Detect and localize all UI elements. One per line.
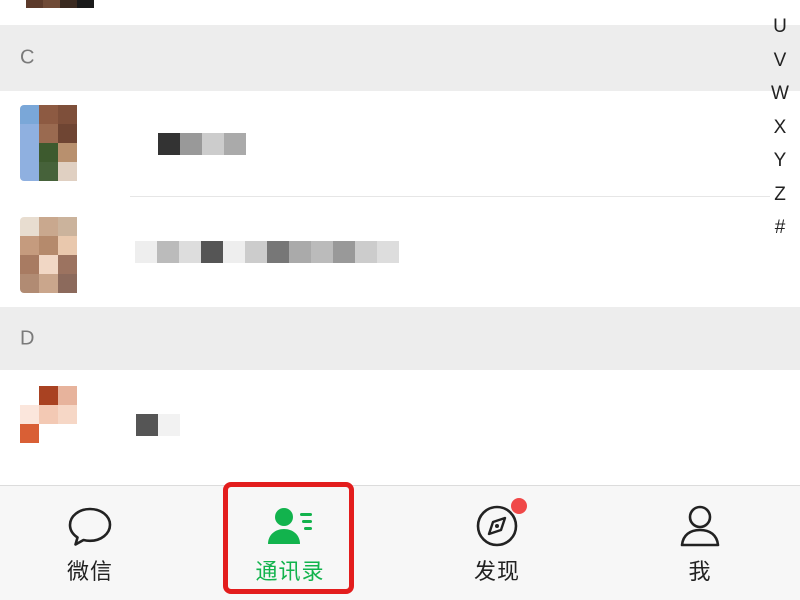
tab-discover[interactable]: 发现	[427, 486, 567, 600]
tab-contacts[interactable]: 通讯录	[220, 486, 360, 600]
section-header-c: C	[0, 25, 800, 91]
avatar	[20, 105, 96, 181]
tab-label: 发现	[473, 559, 520, 584]
contact-name-mosaic	[158, 133, 246, 155]
alphabet-index-letter[interactable]: U	[773, 10, 787, 44]
tab-label: 通讯录	[255, 559, 325, 584]
section-letter: D	[20, 327, 35, 349]
tab-chats[interactable]: 微信	[20, 486, 160, 600]
contact-name-mosaic	[135, 241, 399, 263]
contact-name-mosaic	[136, 414, 180, 436]
tab-me[interactable]: 我	[630, 486, 770, 600]
alphabet-index-letter[interactable]: Y	[774, 144, 787, 178]
contact-row[interactable]	[0, 370, 770, 480]
contact-row[interactable]	[0, 197, 770, 307]
avatar	[26, 0, 94, 8]
alphabet-index[interactable]: U V W X Y Z #	[768, 10, 792, 245]
compass-icon-wrapper	[471, 498, 527, 552]
chat-bubble-icon	[68, 507, 112, 546]
tab-label: 微信	[66, 559, 113, 584]
section-header-d: D	[0, 307, 800, 370]
contact-row[interactable]	[0, 91, 770, 197]
alphabet-index-letter[interactable]: Z	[774, 178, 786, 212]
alphabet-index-letter[interactable]: X	[774, 111, 787, 145]
avatar	[20, 217, 96, 293]
bottom-tab-bar: 微信 通讯录 发现 我	[0, 485, 800, 600]
contacts-icon	[268, 508, 312, 544]
person-icon	[680, 505, 720, 547]
alphabet-index-letter[interactable]: #	[775, 211, 786, 245]
tab-label: 我	[688, 559, 712, 584]
notification-dot	[511, 498, 527, 514]
alphabet-index-letter[interactable]: V	[774, 44, 787, 78]
partial-contact-row[interactable]	[0, 0, 770, 25]
section-letter: C	[20, 46, 35, 69]
avatar	[20, 386, 96, 462]
alphabet-index-letter[interactable]: W	[771, 77, 789, 111]
